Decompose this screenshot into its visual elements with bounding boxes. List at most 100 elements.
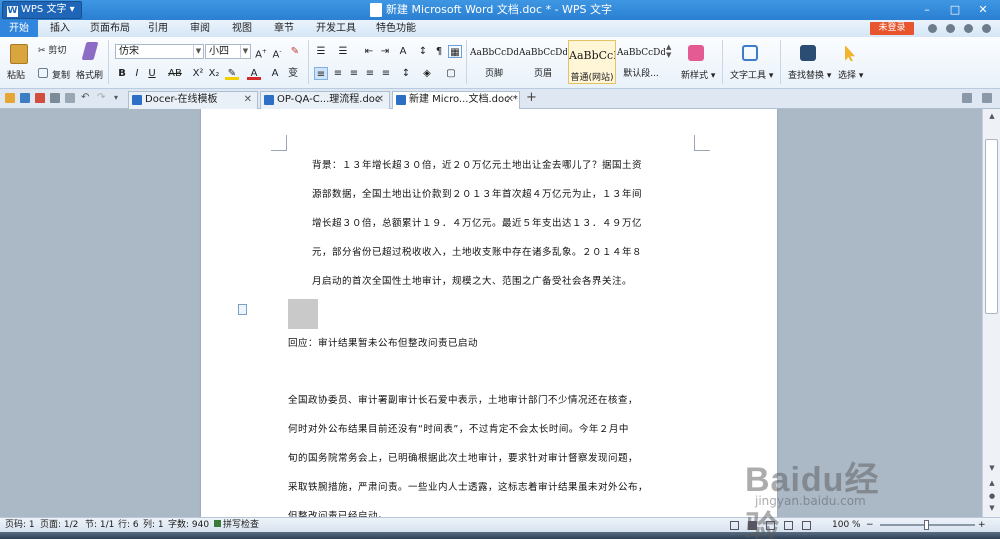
align-center-icon[interactable]: ≡ [331,67,345,80]
font-color-icon[interactable]: A [247,67,261,80]
show-marks-icon[interactable]: ¶ [432,45,446,58]
borders-icon[interactable]: ▢ [444,67,458,80]
chinese-layout-icon[interactable]: A [396,45,410,58]
redo-icon[interactable]: ↷ [97,93,107,103]
cut-button[interactable]: ✂ 剪切 [38,43,66,56]
new-style-button[interactable]: 新样式 ▾ [681,68,715,81]
grow-font-icon[interactable]: A+ [254,45,268,60]
line-spacing-icon[interactable]: ↕ [399,67,413,80]
bullet-list-icon[interactable]: ☰ [314,45,328,58]
help-icon[interactable] [964,24,973,33]
font-size-select[interactable]: 小四 ▼ [205,44,251,59]
subscript-icon[interactable]: X₂ [207,67,221,80]
select-button[interactable]: 选择 ▾ [838,68,863,81]
justify-icon[interactable]: ≡ [363,67,377,80]
font-name-select[interactable]: 仿宋 ▼ [115,44,204,59]
pdf-export-icon[interactable] [35,93,45,103]
tab-review[interactable]: 审阅 [182,20,218,37]
style-header[interactable]: AaBbCcDd 页眉 [519,40,567,84]
tab-chapter[interactable]: 章节 [266,20,302,37]
previous-page-icon[interactable]: ▲ [987,479,997,489]
tab-home[interactable]: 开始 [0,20,38,37]
sort-icon[interactable]: ↕ [416,45,430,58]
tab-special[interactable]: 特色功能 [368,20,424,37]
margin-corner [271,135,287,151]
doc-tab-new-document[interactable]: 新建 Micro...文档.doc * ✕ [392,91,520,109]
doc-tab-op-qa[interactable]: OP-QA-C...理流程.doc ✕ [260,91,390,109]
minimize-icon[interactable]: – [914,2,940,17]
text-border-icon[interactable]: A [268,67,282,80]
print-icon[interactable] [50,93,60,103]
restore-doc-icon[interactable] [962,93,972,103]
close-icon[interactable]: ✕ [970,2,996,17]
increase-indent-icon[interactable]: ⇥ [378,45,392,58]
undo-icon[interactable]: ↶ [81,93,91,103]
skin-icon[interactable] [928,24,937,33]
paragraph-line: 元，部分省份已超过税收收入，土地收支账中存在诸多乱象。２０１４年８ [312,247,643,258]
italic-icon[interactable]: I [130,67,144,80]
paste-options-icon[interactable] [238,304,247,315]
style-normal-web[interactable]: AaBbCcI 普通(网站) [568,40,616,84]
tab-references[interactable]: 引用 [140,20,176,37]
scroll-down-icon[interactable]: ▼ [987,464,997,474]
numbered-list-icon[interactable]: ☰ [336,45,350,58]
scrollbar-thumb[interactable] [985,139,998,314]
vertical-scrollbar[interactable]: ▲ ▼ ▲ ● ▼ [982,109,1000,517]
image-placeholder[interactable] [288,299,318,329]
align-right-icon[interactable]: ≡ [347,67,361,80]
styles-scroll-icon[interactable]: ▲ ▼ [666,43,671,59]
phonetic-icon[interactable]: 变 [286,67,300,80]
collapse-ribbon-icon[interactable] [982,24,991,33]
next-page-icon[interactable]: ▼ [987,504,997,514]
format-painter-button[interactable]: 格式刷 [76,68,103,81]
tab-page-layout[interactable]: 页面布局 [84,20,136,37]
shrink-font-icon[interactable]: A- [270,45,284,60]
status-word-count[interactable]: 字数: 940 [168,518,209,532]
scroll-up-icon[interactable]: ▲ [987,112,997,122]
decrease-indent-icon[interactable]: ⇤ [362,45,376,58]
zoom-slider-knob[interactable] [924,520,929,530]
document-page[interactable]: 背景：１３年增长超３０倍，近２０万亿元土地出让金去哪儿了？据国土资 源部数据，全… [201,109,777,517]
close-tab-icon[interactable]: ✕ [506,92,514,108]
find-replace-button[interactable]: 查找替换 ▾ [788,68,831,81]
doc-tab-docer[interactable]: Docer-在线模板 ✕ [128,91,258,109]
superscript-icon[interactable]: X² [191,67,205,80]
view-page-icon[interactable] [730,521,739,530]
close-tab-icon[interactable]: ✕ [376,92,384,108]
spell-check-icon [214,520,221,527]
save-icon[interactable] [20,93,30,103]
maximize-icon[interactable]: □ [942,2,968,17]
new-tab-icon[interactable]: + [526,91,537,104]
bold-icon[interactable]: B [115,67,129,80]
settings-icon[interactable] [946,24,955,33]
quick-access-dropdown-icon[interactable]: ▾ [114,93,124,103]
align-left-icon[interactable]: ≡ [314,67,328,80]
new-style-icon [688,45,704,61]
text-tools-button[interactable]: 文字工具 ▾ [730,68,773,81]
underline-icon[interactable]: U [145,67,159,80]
tab-developer[interactable]: 开发工具 [308,20,364,37]
zoom-in-icon[interactable]: + [978,518,986,532]
paste-icon[interactable] [10,44,28,64]
wps-menu-button[interactable]: W WPS 文字 ▾ [2,1,82,19]
spell-check-button[interactable]: 拼写检查 [214,518,259,532]
style-footer[interactable]: AaBbCcDd 页脚 [470,40,518,84]
copy-button[interactable]: 复制 [52,68,70,81]
shading-icon[interactable]: ◈ [420,67,434,80]
table-layout-icon[interactable]: ▦ [448,45,462,58]
strikethrough-icon[interactable]: AB [166,67,184,80]
login-button[interactable]: 未登录 [870,22,914,35]
highlight-icon[interactable]: ✎ [225,67,239,80]
close-doc-icon[interactable] [982,93,992,103]
open-folder-icon[interactable] [5,93,15,103]
tab-view[interactable]: 视图 [224,20,260,37]
print-preview-icon[interactable] [65,93,75,103]
tab-insert[interactable]: 插入 [40,20,80,37]
clear-format-icon[interactable]: ✎ [288,45,302,58]
paste-button[interactable]: 粘贴 [7,68,25,81]
select-browse-icon[interactable]: ● [987,492,997,502]
close-tab-icon[interactable]: ✕ [244,92,252,108]
style-default-paragraph[interactable]: AaBbCcDd 默认段... [617,40,665,84]
text-tools-icon [742,45,758,61]
distributed-icon[interactable]: ≡ [379,67,393,80]
